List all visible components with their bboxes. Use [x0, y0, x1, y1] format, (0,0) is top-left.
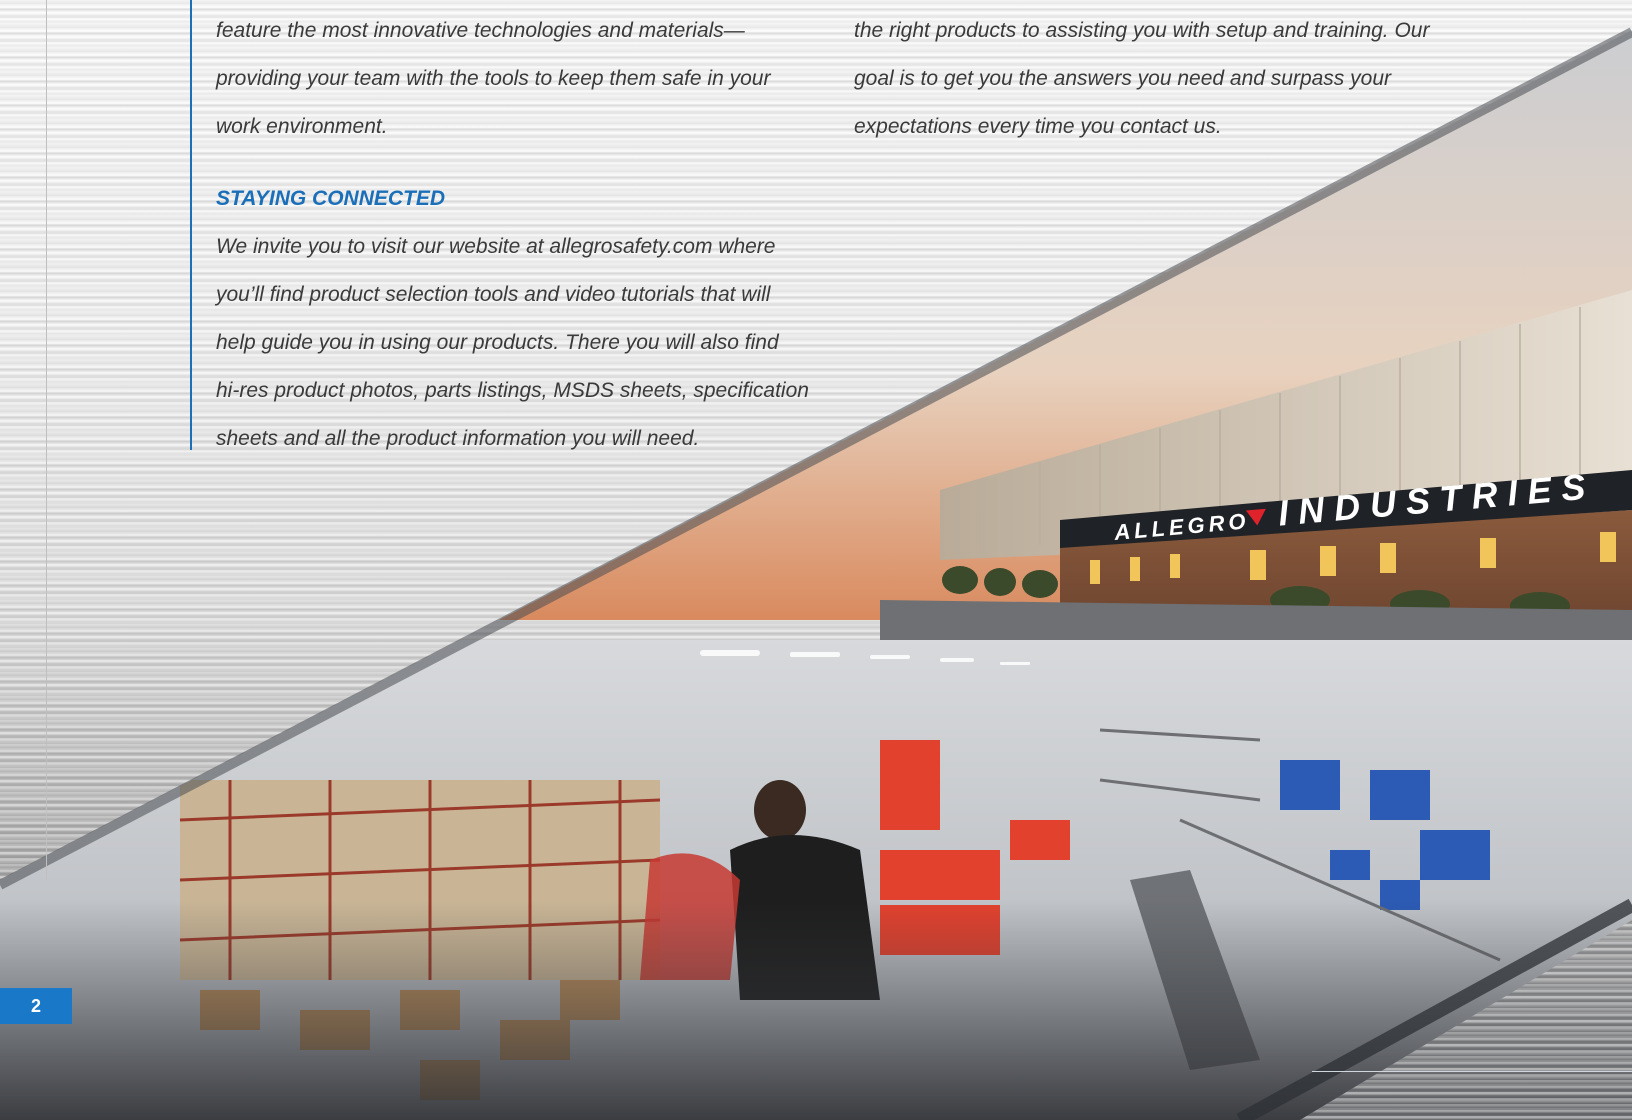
body-line-5: sheets and all the product information y…	[216, 427, 700, 450]
body-line-4: hi-res product photos, parts listings, M…	[216, 379, 809, 402]
right-line-1: the right products to assisting you with…	[854, 19, 1430, 42]
left-text-column: feature the most innovative technologies…	[216, 7, 816, 463]
body-line-1: We invite you to visit our website at al…	[216, 235, 776, 258]
intro-line-1: feature the most innovative technologies…	[216, 19, 745, 42]
blue-margin-rule	[190, 0, 192, 450]
page-number-badge: 2	[0, 988, 72, 1024]
left-margin-rule	[46, 0, 47, 880]
brochure-page: ALLEGRO INDUSTRIES feature the most inno…	[0, 0, 1632, 1120]
intro-line-2: providing your team with the tools to ke…	[216, 67, 771, 90]
body-line-2: you’ll find product selection tools and …	[216, 283, 771, 306]
body-line-3: help guide you in using our products. Th…	[216, 331, 779, 354]
bottom-right-rule	[1312, 1071, 1632, 1072]
right-text-column: the right products to assisting you with…	[854, 7, 1454, 151]
right-line-2: goal is to get you the answers you need …	[854, 67, 1391, 90]
intro-line-3: work environment.	[216, 115, 388, 138]
section-heading: STAYING CONNECTED	[216, 187, 446, 210]
right-line-3: expectations every time you contact us.	[854, 115, 1222, 138]
page-number: 2	[30, 995, 41, 1016]
